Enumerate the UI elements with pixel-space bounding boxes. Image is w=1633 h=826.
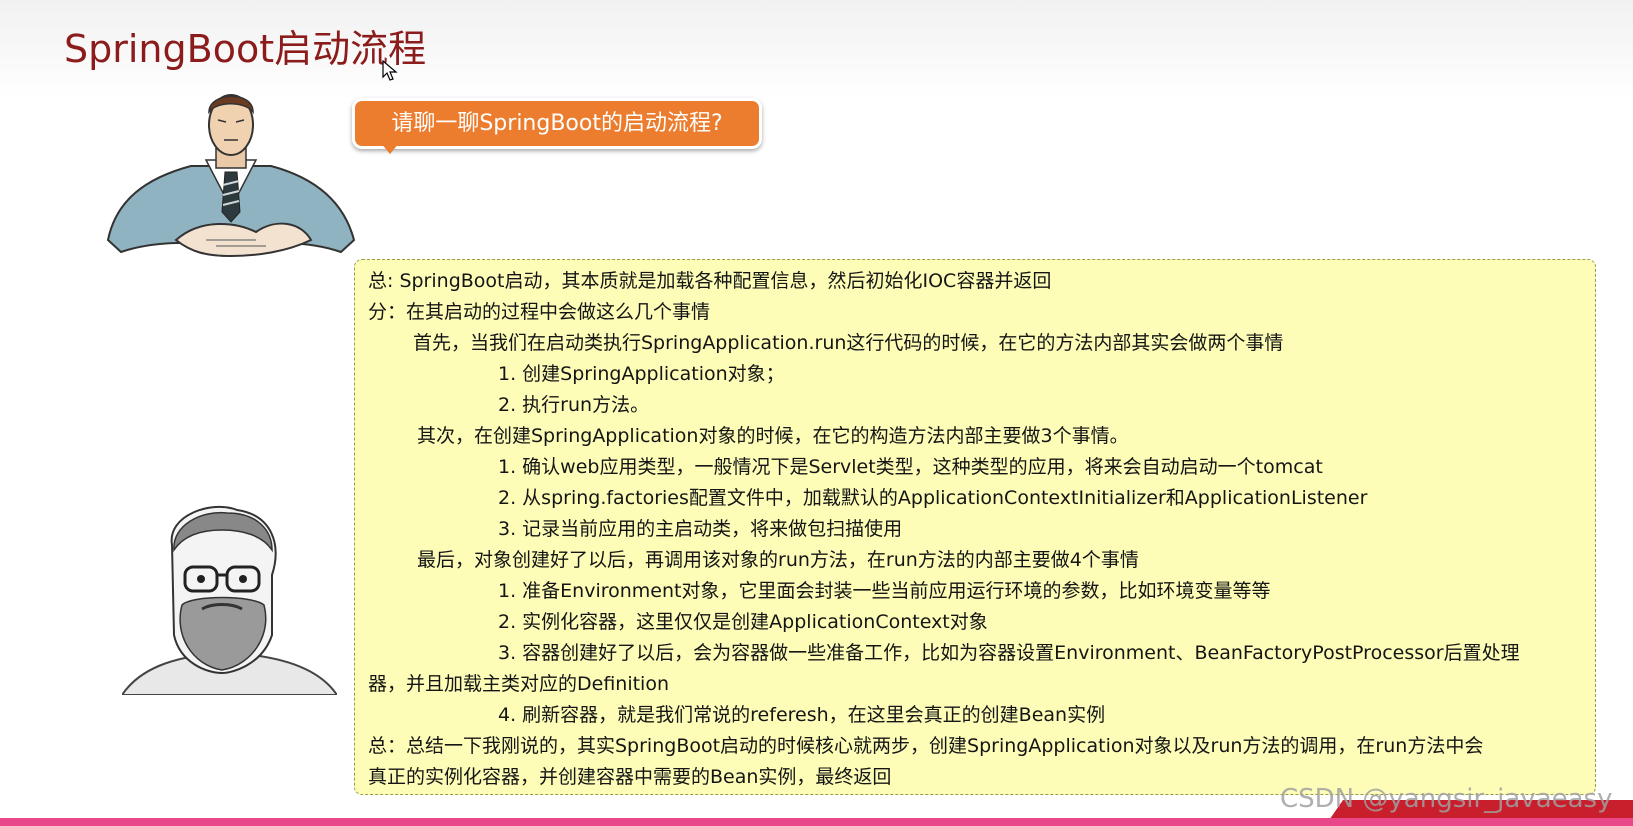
answer-line: 真正的实例化容器，并创建容器中需要的Bean实例，最终返回 [368,766,892,788]
answer-line: 分：在其启动的过程中会做这么几个事情 [368,301,711,323]
answer-line: 2. 从spring.factories配置文件中，加载默认的Applicati… [498,487,1368,509]
answer-line: 3. 容器创建好了以后，会为容器做一些准备工作，比如为容器设置Environme… [498,642,1520,664]
bearded-man-illustration [122,505,337,695]
question-bubble: 请聊一聊SpringBoot的启动流程? [352,98,762,149]
answer-line: 最后，对象创建好了以后，再调用该对象的run方法，在run方法的内部主要做4个事… [417,549,1139,571]
businessman-illustration [106,94,356,258]
bubble-tail [380,142,400,154]
answer-line: 总: SpringBoot启动，其本质就是加载各种配置信息，然后初始化IOC容器… [368,270,1052,292]
answer-line: 2. 实例化容器，这里仅仅是创建ApplicationContext对象 [498,611,988,633]
answer-line: 1. 确认web应用类型，一般情况下是Servlet类型，这种类型的应用，将来会… [498,456,1323,478]
mouse-cursor-icon [382,60,398,81]
answer-line: 其次，在创建SpringApplication对象的时候，在它的构造方法内部主要… [417,425,1129,447]
answer-line: 器，并且加载主类对应的Definition [368,673,670,695]
answer-line: 1. 创建SpringApplication对象； [498,363,785,385]
answer-line: 2. 执行run方法。 [498,394,650,416]
slide-title: SpringBoot启动流程 [64,27,427,71]
answer-line: 1. 准备Environment对象，它里面会封装一些当前应用运行环境的参数，比… [498,580,1271,602]
answer-line: 总：总结一下我刚说的，其实SpringBoot启动的时候核心就两步，创建Spri… [368,735,1484,757]
answer-line: 4. 刷新容器，就是我们常说的referesh，在这里会真正的创建Bean实例 [498,704,1106,726]
answer-line: 首先，当我们在启动类执行SpringApplication.run这行代码的时候… [413,332,1284,354]
watermark: CSDN @yangsir_javaeasy [1280,784,1613,814]
bottom-stripe [0,818,1633,826]
question-text: 请聊一聊SpringBoot的启动流程? [391,111,723,136]
answer-line: 3. 记录当前应用的主启动类，将来做包扫描使用 [498,518,903,540]
